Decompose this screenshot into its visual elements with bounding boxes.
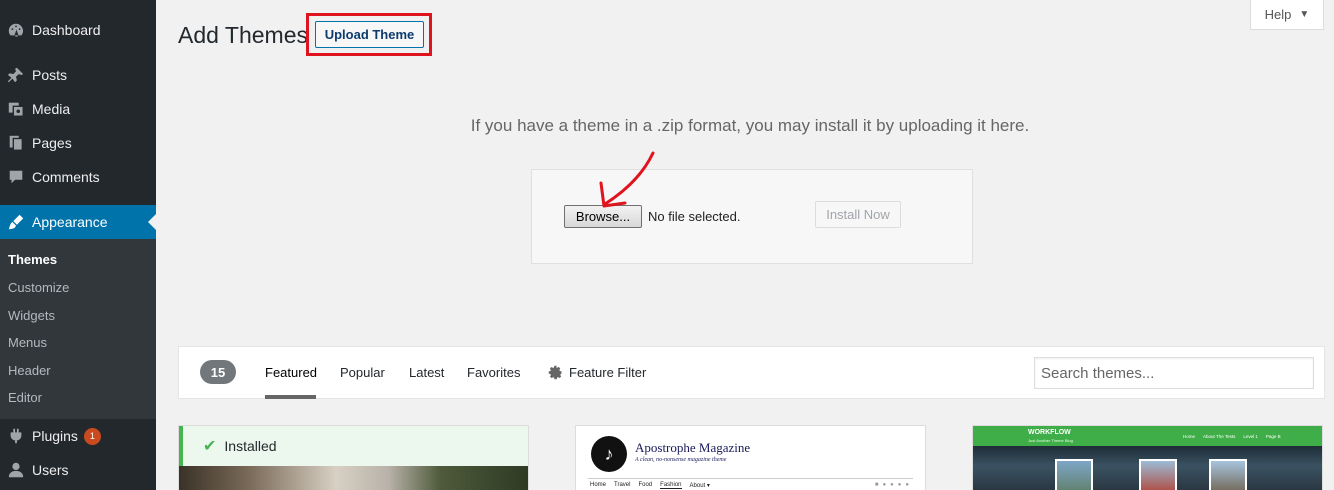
preview-nav-item: Home xyxy=(590,482,607,488)
user-icon xyxy=(0,461,32,479)
sidebar-item-label: Appearance xyxy=(32,214,108,230)
gallery-photo xyxy=(1209,459,1247,490)
tab-popular[interactable]: Popular xyxy=(340,365,385,380)
checkmark-icon: ✔ xyxy=(203,438,217,455)
installed-label: Installed xyxy=(224,438,277,454)
sidebar-item-appearance[interactable]: Appearance xyxy=(0,205,156,239)
sidebar-item-dashboard[interactable]: Dashboard xyxy=(0,13,156,47)
submenu-item-customize[interactable]: Customize xyxy=(8,280,69,295)
active-tab-indicator xyxy=(265,395,316,399)
pages-icon xyxy=(0,134,32,152)
theme-preview-nav: Home About The Tests Level 1 Page B xyxy=(1183,434,1281,439)
sidebar-item-media[interactable]: Media xyxy=(0,92,156,126)
file-status-text: No file selected. xyxy=(648,209,741,224)
preview-nav-item: About ▾ xyxy=(689,483,710,489)
preview-nav-item: Page B xyxy=(1265,434,1281,439)
comment-icon xyxy=(0,168,32,186)
annotation-arrow xyxy=(599,151,655,208)
submenu-item-menus[interactable]: Menus xyxy=(8,335,47,350)
gear-icon xyxy=(548,365,562,380)
tab-latest[interactable]: Latest xyxy=(409,365,444,380)
theme-preview-title: Apostrophe Magazine xyxy=(635,440,751,455)
sidebar-item-pages[interactable]: Pages xyxy=(0,126,156,160)
feature-filter-label: Feature Filter xyxy=(569,365,647,380)
sidebar-item-label: Users xyxy=(32,462,69,478)
gallery-photo xyxy=(1139,459,1177,490)
update-count-badge: 1 xyxy=(83,427,101,445)
preview-nav-item: Fashion xyxy=(660,482,682,489)
sidebar-item-label: Comments xyxy=(32,169,100,185)
submenu-item-widgets[interactable]: Widgets xyxy=(8,308,55,323)
upload-theme-label: Upload Theme xyxy=(324,27,415,42)
dashboard-icon xyxy=(0,21,32,39)
divider xyxy=(588,478,913,479)
preview-nav-item: Home xyxy=(1183,434,1196,439)
theme-card-apostrophe[interactable]: ♪ Apostrophe Magazine A clean, no-nonsen… xyxy=(575,425,926,490)
apostrophe-logo-icon: ♪ xyxy=(591,436,627,472)
theme-preview-tagline: A clean, no-nonsense magazine theme xyxy=(635,457,727,463)
submenu-item-themes[interactable]: Themes xyxy=(8,252,57,267)
brush-icon xyxy=(0,213,32,231)
sidebar-item-label: Posts xyxy=(32,67,68,83)
theme-preview-title: WORKFLOW xyxy=(1028,429,1071,436)
theme-preview-nav: Home Travel Food Fashion About ▾ xyxy=(590,482,710,489)
submenu-item-header[interactable]: Header xyxy=(8,363,51,378)
preview-nav-item: About The Tests xyxy=(1203,434,1236,439)
sidebar-item-label: Pages xyxy=(32,135,72,151)
pin-icon xyxy=(0,66,32,84)
plugin-icon xyxy=(0,427,32,445)
gallery-photo xyxy=(1055,459,1093,490)
social-icons: ■●●●● xyxy=(874,482,913,488)
help-label: Help xyxy=(1264,7,1292,22)
sidebar-item-posts[interactable]: Posts xyxy=(0,58,156,92)
sidebar-item-label: Dashboard xyxy=(32,22,101,38)
theme-preview-tagline: Just Another Theme Blog xyxy=(1028,438,1073,443)
theme-count-badge: 15 xyxy=(200,360,236,384)
page-title: Add Themes xyxy=(178,22,308,48)
search-themes-input[interactable] xyxy=(1034,357,1314,389)
theme-screenshot xyxy=(179,466,528,490)
installed-notice: ✔ Installed xyxy=(179,426,528,466)
sidebar-item-plugins[interactable]: Plugins 1 xyxy=(0,419,156,453)
sidebar-item-comments[interactable]: Comments xyxy=(0,160,156,194)
submenu-item-editor[interactable]: Editor xyxy=(8,390,42,405)
upload-theme-button[interactable]: Upload Theme xyxy=(315,21,424,48)
appearance-submenu: Themes Customize Widgets Menus Header Ed… xyxy=(0,239,156,419)
admin-sidebar: Dashboard Posts Media Pages Comments App… xyxy=(0,0,156,490)
theme-card-installed[interactable]: ✔ Installed xyxy=(178,425,529,490)
tab-favorites[interactable]: Favorites xyxy=(467,365,520,380)
preview-nav-item: Food xyxy=(638,482,653,488)
sidebar-item-label: Media xyxy=(32,101,71,117)
sidebar-item-label: Plugins xyxy=(32,428,78,444)
upload-instructions: If you have a theme in a .zip format, yo… xyxy=(470,116,1030,135)
preview-nav-item: Travel xyxy=(614,482,631,488)
preview-nav-item: Level 1 xyxy=(1243,434,1258,439)
help-tab[interactable]: Help ▼ xyxy=(1250,0,1324,30)
media-icon xyxy=(0,100,32,118)
theme-card-workflow[interactable]: WORKFLOW Just Another Theme Blog Home Ab… xyxy=(972,425,1323,490)
feature-filter-button[interactable]: Feature Filter xyxy=(548,365,646,380)
tab-featured[interactable]: Featured xyxy=(265,365,317,380)
install-now-button[interactable]: Install Now xyxy=(815,201,901,228)
caret-down-icon: ▼ xyxy=(1299,9,1310,20)
sidebar-item-users[interactable]: Users xyxy=(0,453,156,487)
